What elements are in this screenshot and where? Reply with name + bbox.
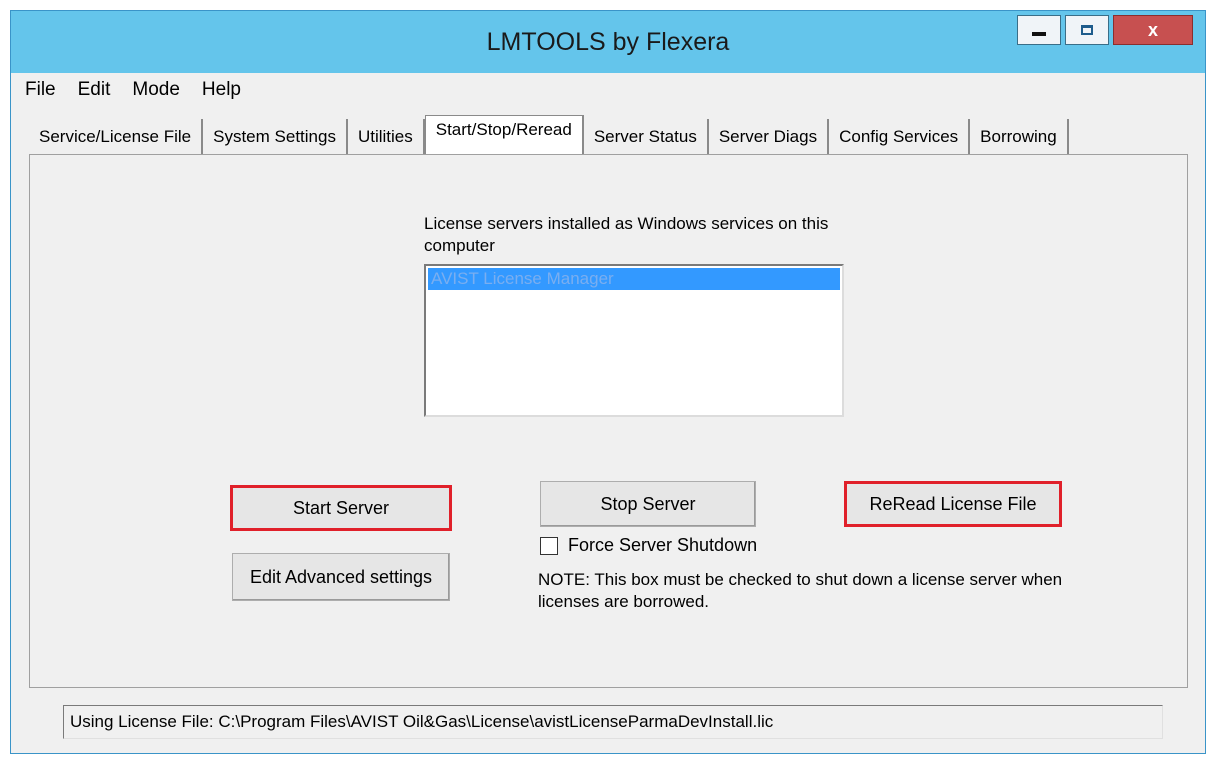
tab-server-status[interactable]: Server Status xyxy=(584,119,709,155)
tab-strip: Service/License File System Settings Uti… xyxy=(29,115,1069,156)
force-shutdown-checkbox[interactable] xyxy=(540,536,558,555)
tab-server-diags[interactable]: Server Diags xyxy=(709,119,830,155)
force-shutdown-label[interactable]: Force Server Shutdown xyxy=(568,535,757,556)
menu-file[interactable]: File xyxy=(25,79,56,101)
lmtools-window: LMTOOLS by Flexera x File Edit Mode Help… xyxy=(10,10,1206,754)
menu-bar: File Edit Mode Help xyxy=(25,79,241,101)
tab-service-license-file[interactable]: Service/License File xyxy=(29,119,204,155)
maximize-icon xyxy=(1081,25,1093,35)
stop-server-button[interactable]: Stop Server xyxy=(540,481,756,527)
services-list-caption: License servers installed as Windows ser… xyxy=(424,214,829,255)
menu-edit[interactable]: Edit xyxy=(78,79,111,101)
minimize-icon xyxy=(1032,32,1046,36)
start-stop-reread-panel: License servers installed as Windows ser… xyxy=(29,154,1188,688)
service-list-item[interactable]: AVIST License Manager xyxy=(428,268,840,290)
tab-utilities[interactable]: Utilities xyxy=(348,119,425,155)
reread-license-file-button[interactable]: ReRead License File xyxy=(844,481,1062,527)
title-bar[interactable]: LMTOOLS by Flexera x xyxy=(11,11,1205,73)
shutdown-note: NOTE: This box must be checked to shut d… xyxy=(538,570,1063,611)
edit-advanced-settings-button[interactable]: Edit Advanced settings xyxy=(232,553,450,601)
menu-help[interactable]: Help xyxy=(202,79,241,101)
license-file-path: Using License File: C:\Program Files\AVI… xyxy=(70,712,774,731)
tab-system-settings[interactable]: System Settings xyxy=(203,119,348,155)
start-server-button[interactable]: Start Server xyxy=(230,485,452,531)
window-controls: x xyxy=(1017,15,1193,45)
window-title: LMTOOLS by Flexera xyxy=(486,27,730,56)
close-icon: x xyxy=(1147,19,1158,40)
tab-config-services[interactable]: Config Services xyxy=(829,119,971,155)
maximize-button[interactable] xyxy=(1065,15,1109,45)
tab-borrowing[interactable]: Borrowing xyxy=(970,119,1069,155)
minimize-button[interactable] xyxy=(1017,15,1061,45)
menu-mode[interactable]: Mode xyxy=(132,79,180,101)
force-shutdown-row: Force Server Shutdown xyxy=(540,535,757,556)
close-button[interactable]: x xyxy=(1113,15,1193,45)
services-listbox[interactable]: AVIST License Manager xyxy=(424,264,844,417)
tab-start-stop-reread[interactable]: Start/Stop/Reread xyxy=(424,115,584,156)
license-file-status-bar: Using License File: C:\Program Files\AVI… xyxy=(63,705,1163,739)
